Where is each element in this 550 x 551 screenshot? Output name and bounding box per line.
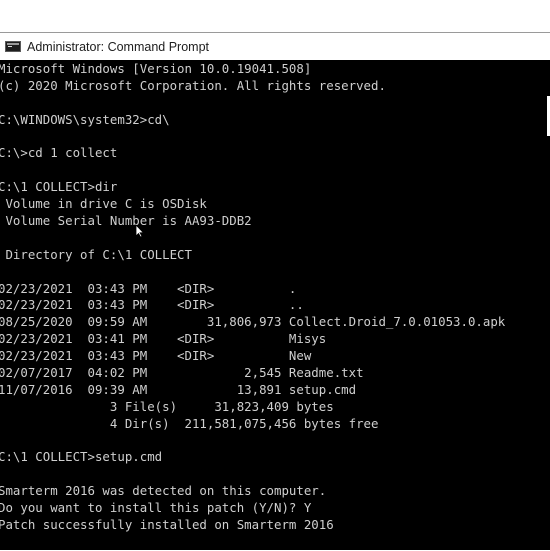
console-line: Directory of C:\1 COLLECT	[0, 247, 550, 264]
console-line: Do you want to install this patch (Y/N)?…	[0, 500, 550, 517]
console-line: C:\WINDOWS\system32>cd\	[0, 112, 550, 129]
console-line: 02/07/2017 04:02 PM 2,545 Readme.txt	[0, 365, 550, 382]
console-line	[0, 466, 550, 483]
console-line: Patch successfully installed on Smarterm…	[0, 517, 550, 534]
console-line: C:\>cd 1 collect	[0, 145, 550, 162]
console-line: 02/23/2021 03:43 PM <DIR> .	[0, 281, 550, 298]
console-line	[0, 534, 550, 551]
console-line: Smarterm 2016 was detected on this compu…	[0, 483, 550, 500]
console-line: C:\1 COLLECT>dir	[0, 179, 550, 196]
console-line: Volume Serial Number is AA93-DDB2	[0, 213, 550, 230]
console-line: Volume in drive C is OSDisk	[0, 196, 550, 213]
console-line: 4 Dir(s) 211,581,075,456 bytes free	[0, 416, 550, 433]
console-line	[0, 230, 550, 247]
console-line	[0, 95, 550, 112]
console-line: 11/07/2016 09:39 AM 13,891 setup.cmd	[0, 382, 550, 399]
console-line: 02/23/2021 03:41 PM <DIR> Misys	[0, 331, 550, 348]
cmd-app-icon[interactable]	[5, 41, 21, 52]
desktop-top-area	[0, 0, 550, 32]
mouse-pointer-icon	[135, 224, 145, 238]
console-line	[0, 129, 550, 146]
console-line: 02/23/2021 03:43 PM <DIR> ..	[0, 297, 550, 314]
console-output[interactable]: Microsoft Windows [Version 10.0.19041.50…	[0, 61, 550, 551]
console-line	[0, 264, 550, 281]
console-line: (c) 2020 Microsoft Corporation. All righ…	[0, 78, 550, 95]
window-titlebar[interactable]: Administrator: Command Prompt	[0, 33, 550, 60]
console-line: C:\1 COLLECT>setup.cmd	[0, 449, 550, 466]
window-title: Administrator: Command Prompt	[27, 40, 209, 54]
console-line: 08/25/2020 09:59 AM 31,806,973 Collect.D…	[0, 314, 550, 331]
console-line	[0, 162, 550, 179]
console-line	[0, 433, 550, 450]
command-prompt-window[interactable]: Administrator: Command Prompt Microsoft …	[0, 32, 550, 550]
console-line: Microsoft Windows [Version 10.0.19041.50…	[0, 61, 550, 78]
console-line: 3 File(s) 31,823,409 bytes	[0, 399, 550, 416]
console-line: 02/23/2021 03:43 PM <DIR> New	[0, 348, 550, 365]
